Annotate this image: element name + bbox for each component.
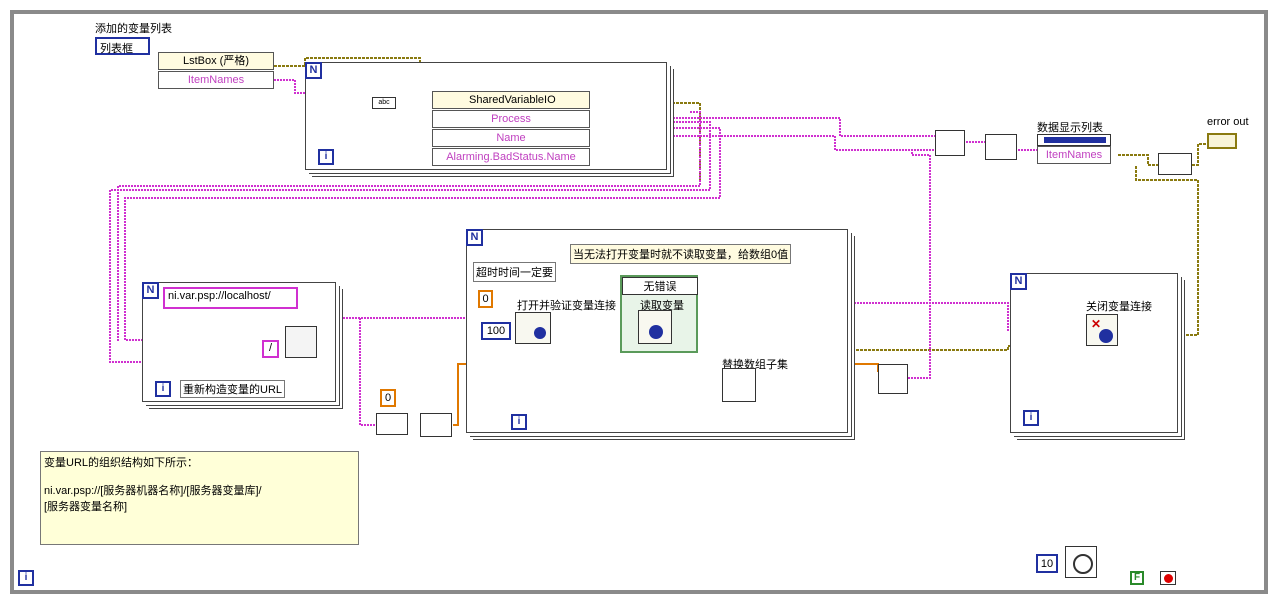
merge-errors-node[interactable] (1158, 153, 1192, 175)
concatenate-strings-node[interactable] (285, 326, 317, 358)
name-property[interactable]: Name (432, 129, 590, 147)
url-structure-comment: 变量URL的组织结构如下所示： ni.var.psp://[服务器机器名称]/[… (40, 451, 359, 545)
lstbox-property-node[interactable]: LstBox (严格) (158, 52, 274, 70)
itemnames-property-2[interactable]: ItemNames (1037, 146, 1111, 164)
listbox-reference[interactable]: 列表框 (95, 37, 150, 55)
clock-icon (1073, 554, 1093, 574)
loop-index-icon: i (318, 149, 334, 165)
shared-variable-io-node[interactable]: SharedVariableIO (432, 91, 590, 109)
close-icon (1099, 329, 1113, 343)
main-loop-index-icon: i (18, 570, 34, 586)
initialize-array-node[interactable] (376, 413, 408, 435)
rebuild-url-label: 重新构造变量的URL (180, 380, 286, 398)
constant-0-a[interactable]: 0 (478, 290, 493, 308)
transpose-node[interactable] (985, 134, 1017, 160)
stop-icon (1164, 574, 1173, 583)
list-indicator (1044, 137, 1106, 143)
loop-count-icon: N (305, 62, 322, 79)
close-conn-label: 关闭变量连接 (1086, 301, 1152, 313)
error-out-indicator[interactable] (1207, 133, 1237, 149)
added-var-list-label: 添加的变量列表 (95, 23, 172, 35)
close-variable-node[interactable]: ✕ (1086, 314, 1118, 346)
close-x-icon: ✕ (1091, 317, 1102, 331)
case-selector-label[interactable]: 无错误 (622, 277, 698, 295)
data-display-list-label: 数据显示列表 (1037, 122, 1103, 134)
wire-cluster-3 (1118, 154, 1158, 166)
slash-constant[interactable]: / (262, 340, 279, 358)
replace-array-subset-node[interactable] (722, 368, 756, 402)
read-variable-node[interactable] (638, 310, 672, 344)
itemnames-property[interactable]: ItemNames (158, 71, 274, 89)
constant-0-b[interactable]: 0 (380, 389, 396, 407)
loop-index-icon: i (1023, 410, 1039, 426)
open-icon (534, 327, 546, 339)
build-array-node[interactable] (420, 413, 452, 437)
false-constant[interactable]: F (1130, 571, 1144, 585)
alarming-property[interactable]: Alarming.BadStatus.Name (432, 148, 590, 166)
array-size-node[interactable] (878, 364, 908, 394)
wait-constant-10[interactable]: 10 (1036, 554, 1058, 573)
string-to-array-node[interactable]: abc (372, 97, 396, 109)
stop-condition[interactable] (1160, 571, 1176, 585)
listbox-ref-label: 列表框 (100, 43, 133, 55)
loop-index-icon: i (155, 381, 171, 397)
build-cluster-node[interactable] (935, 130, 965, 156)
data-display-list-node[interactable] (1037, 134, 1111, 146)
loop-count-icon: N (1010, 273, 1027, 290)
wait-ms-node[interactable] (1065, 546, 1097, 578)
read-icon (649, 325, 663, 339)
open-variable-node[interactable] (515, 312, 551, 344)
error-out-label: error out (1207, 116, 1249, 128)
loop-count-icon: N (466, 229, 483, 246)
timeout-comment: 超时时间一定要 (473, 262, 556, 282)
no-open-comment: 当无法打开变量时就不读取变量，给数组0值 (570, 244, 792, 264)
loop-count-icon: N (142, 282, 159, 299)
process-property[interactable]: Process (432, 110, 590, 128)
for-loop-close[interactable]: N i (1010, 273, 1178, 433)
open-verify-label: 打开并验证变量连接 (517, 300, 616, 312)
url-string-constant[interactable]: ni.var.psp://localhost/ (163, 287, 298, 309)
timeout-constant-100[interactable]: 100 (481, 322, 511, 340)
loop-index-icon: i (511, 414, 527, 430)
